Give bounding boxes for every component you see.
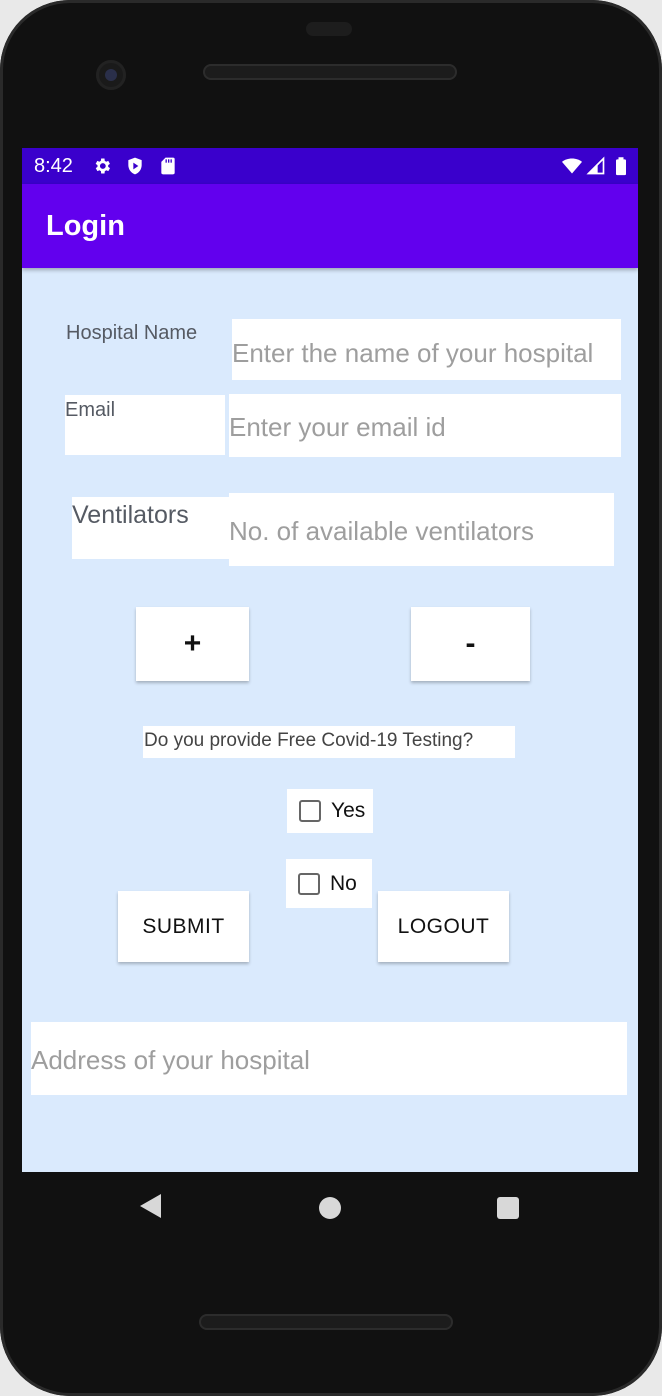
ventilators-input[interactable]: [229, 493, 614, 566]
signal-icon: [586, 156, 605, 175]
recents-icon[interactable]: [497, 1197, 519, 1219]
page-title: Login: [46, 210, 125, 242]
email-label-box: Email: [65, 395, 225, 455]
hospital-name-input[interactable]: [232, 319, 621, 380]
status-bar: 8:42: [22, 148, 638, 184]
testing-question-box: Do you provide Free Covid-19 Testing?: [143, 726, 515, 758]
bottom-speaker: [199, 1314, 453, 1330]
shield-icon: [128, 157, 142, 175]
hospital-name-field[interactable]: [232, 319, 621, 380]
wifi-icon: [562, 158, 582, 174]
yes-checkbox-box[interactable]: [299, 800, 321, 822]
screen: 8:42 Login Hospital Name Enter the name …: [22, 148, 638, 1172]
address-field[interactable]: [31, 1022, 627, 1095]
earpiece-speaker: [203, 64, 457, 80]
increment-ventilators-button[interactable]: +: [136, 607, 249, 681]
address-input[interactable]: [31, 1022, 627, 1095]
status-time: 8:42: [34, 155, 73, 177]
sensor-pill: [306, 22, 352, 36]
sd-card-icon: [161, 157, 175, 175]
gear-icon: [95, 158, 110, 174]
email-label: Email: [65, 399, 116, 421]
submit-button[interactable]: SUBMIT: [118, 891, 249, 962]
yes-checkbox-label: Yes: [331, 799, 366, 822]
hospital-name-label: Hospital Name: [66, 322, 198, 344]
no-checkbox[interactable]: No: [286, 859, 372, 908]
front-camera: [96, 60, 126, 90]
battery-icon: [616, 157, 626, 176]
email-field[interactable]: [229, 394, 621, 457]
ventilators-label-box: Ventilators: [72, 497, 230, 559]
yes-checkbox[interactable]: Yes: [287, 789, 373, 833]
ventilators-label: Ventilators: [72, 501, 189, 529]
no-checkbox-box[interactable]: [298, 872, 320, 895]
testing-question: Do you provide Free Covid-19 Testing?: [144, 730, 474, 751]
app-bar: Login: [22, 184, 638, 268]
logout-button[interactable]: LOGOUT: [378, 891, 509, 962]
back-icon[interactable]: [140, 1194, 161, 1218]
no-checkbox-label: No: [330, 871, 357, 895]
email-input[interactable]: [229, 394, 621, 457]
decrement-ventilators-button[interactable]: -: [411, 607, 530, 681]
navigation-bar: [22, 1172, 638, 1246]
home-icon[interactable]: [319, 1197, 341, 1219]
phone-frame: 8:42 Login Hospital Name Enter the name …: [0, 0, 662, 1396]
ventilators-field[interactable]: [229, 493, 614, 566]
